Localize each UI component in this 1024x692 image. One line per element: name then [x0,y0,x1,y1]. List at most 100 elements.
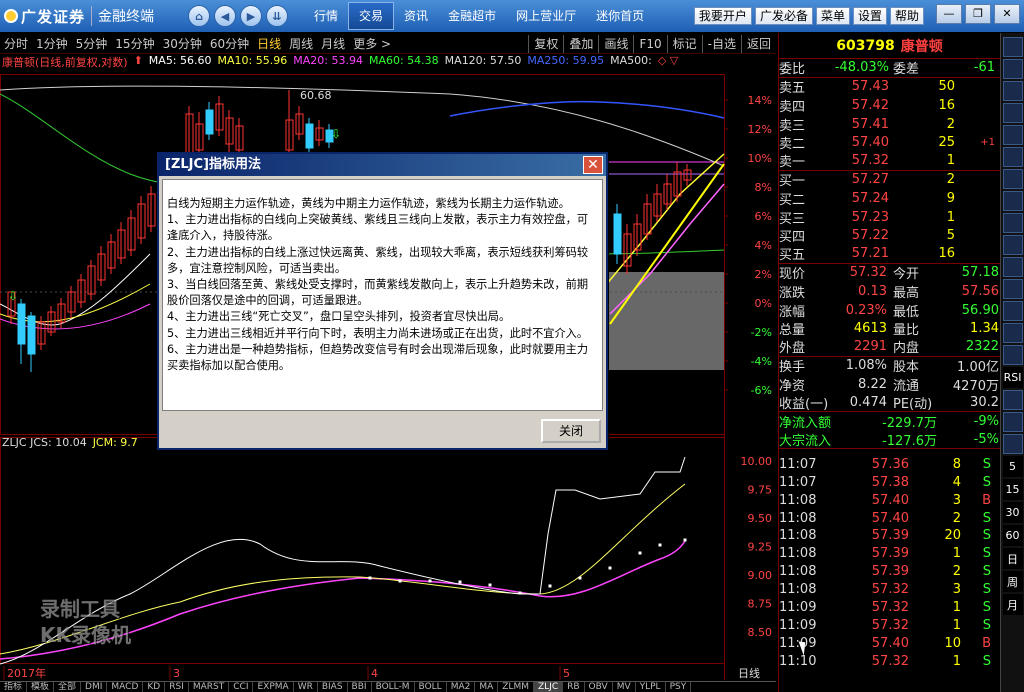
indicator-tab-10[interactable]: WR [294,682,318,692]
indicator-tab-13[interactable]: BOLL-M [372,682,415,692]
top-button-3[interactable]: 设置 [852,7,887,25]
icon-strip-label-0[interactable]: RSI [1002,367,1023,388]
x-axis-label: 2017年 [7,666,46,680]
icon-strip-label-6[interactable]: 周 [1002,571,1023,592]
f3-icon[interactable] [1002,323,1023,343]
compare-icon[interactable] [1002,191,1023,211]
close-icon[interactable]: ✕ [994,4,1020,24]
indicator-tab-22[interactable]: YLPL [636,682,666,692]
indicator-tab-7[interactable]: MARST [189,682,230,692]
tool-button-3[interactable]: F10 [633,34,666,53]
indicator-tab-17[interactable]: ZLMM [498,682,534,692]
indicator-tab-11[interactable]: BIAS [318,682,348,692]
period-tab-8[interactable]: 月线 [317,35,349,52]
period-tab-3[interactable]: 15分钟 [111,35,158,52]
indicator-tab-20[interactable]: OBV [585,682,613,692]
icon-strip-label-2[interactable]: 15 [1002,479,1023,500]
tick-volume: 2 [952,510,961,526]
tool-button-5[interactable]: -自选 [701,34,741,53]
top-button-2[interactable]: 菜单 [815,7,850,25]
period-tab-4[interactable]: 30分钟 [159,35,206,52]
tool-button-2[interactable]: 画线 [598,34,633,53]
indicator-tab-21[interactable]: MV [613,682,636,692]
top-button-4[interactable]: 帮助 [889,7,924,25]
dialog-close-icon[interactable]: ✕ [583,156,603,174]
pencil-icon[interactable] [1002,434,1023,454]
news-icon[interactable] [1002,125,1023,145]
restore-icon[interactable]: ❐ [965,4,991,24]
stat-value: 4270万 [952,378,999,394]
stat-value: 2322 [965,339,999,355]
indicator-tab-4[interactable]: MACD [107,682,144,692]
menu-item-1[interactable]: 交易 [348,2,395,30]
tool-button-1[interactable]: 叠加 [563,34,598,53]
f2-icon[interactable] [1002,301,1023,321]
indicator-tab-14[interactable]: BOLL [415,682,447,692]
tool-button-6[interactable]: 返回 [740,34,776,53]
indicator-tab-19[interactable]: RB [563,682,585,692]
lock-icon[interactable] [1002,390,1023,410]
indicator-tab-23[interactable]: PSY [666,682,692,692]
icon-strip-label-5[interactable]: 日 [1002,548,1023,569]
period-tab-0[interactable]: 分时 [0,35,32,52]
grid-icon[interactable] [1002,257,1023,277]
icon-strip-label-7[interactable]: 月 [1002,594,1023,615]
forward-icon[interactable]: ▶ [240,5,263,27]
period-tab-7[interactable]: 周线 [285,35,317,52]
indicator-tab-5[interactable]: KD [143,682,166,692]
buy-label: 买五 [779,248,806,264]
indicator-tab-6[interactable]: RSI [165,682,189,692]
period-tab-2[interactable]: 5分钟 [72,35,112,52]
menu-item-3[interactable]: 金融超市 [438,0,506,32]
period-tab-6[interactable]: 日线 [253,35,285,52]
tick-price: 57.32 [871,653,909,669]
indicator-tab-15[interactable]: MA2 [447,682,476,692]
period-tab-5[interactable]: 60分钟 [206,35,253,52]
indicator-tab-2[interactable]: 全部 [54,682,82,692]
info-icon[interactable] [1002,235,1023,255]
indicator-tab-16[interactable]: MA [475,682,499,692]
analysis-icon[interactable] [1002,147,1023,167]
tool-button-0[interactable]: 复权 [528,34,563,53]
tool-button-4[interactable]: 标记 [666,34,702,53]
stat-label: 换手 [779,360,806,376]
indicator-tab-8[interactable]: CCI [229,682,254,692]
dialog-paragraph: 2、主力进出指标的白线上涨过快远离黄、紫线，出现较大乖离，表示短线获利筹码较多，… [167,245,589,275]
top-button-0[interactable]: 我要开户 [693,7,752,25]
ma20-value: MA20: 53.94 [293,54,363,67]
home-icon[interactable]: ⌂ [188,5,211,27]
menu-item-5[interactable]: 迷你首页 [586,0,654,32]
f1-icon[interactable] [1002,279,1023,299]
period-tab-9[interactable]: 更多 > [349,35,395,52]
indicator-tab-0[interactable]: 指标 [0,682,28,692]
icon-strip-label-3[interactable]: 30 [1002,502,1023,523]
indicator-tab-9[interactable]: EXPMA [253,682,294,692]
indicator-tab-1[interactable]: 模板 [27,682,55,692]
trend-icon[interactable] [1002,169,1023,189]
indicator-icon[interactable] [1002,81,1023,101]
period-tab-1[interactable]: 1分钟 [32,35,72,52]
indicator-tab-18[interactable]: ZLJC [533,682,564,692]
menu-item-0[interactable]: 行情 [304,0,348,32]
back-icon[interactable]: ◀ [214,5,237,27]
icon-strip-label-4[interactable]: 60 [1002,525,1023,546]
legend-toggle-icon[interactable]: ◇ ▽ [658,54,678,70]
marker-icon[interactable] [1002,412,1023,432]
top-button-1[interactable]: 广发必备 [754,7,813,25]
sell-row: 卖四 57.42 16 [779,96,1000,115]
indicator-tab-12[interactable]: BBI [348,682,372,692]
minimize-icon[interactable]: — [936,4,962,24]
dialog-close-button[interactable]: 关闭 [541,419,601,443]
expand-icon[interactable]: ⇊ [266,5,289,27]
f10-icon[interactable] [1002,213,1023,233]
indicator-axis-label: 9.50 [748,512,773,525]
dialog-title-bar[interactable]: [ZLJC]指标用法 ✕ [159,154,606,176]
indicator-tab-3[interactable]: DMI [81,682,108,692]
menu-item-2[interactable]: 资讯 [394,0,438,32]
chart-icon[interactable] [1002,59,1023,79]
stock-list-icon[interactable] [1002,37,1023,57]
menu-item-4[interactable]: 网上营业厅 [506,0,586,32]
icon-strip-label-1[interactable]: 5 [1002,456,1023,477]
f4-icon[interactable] [1002,345,1023,365]
favorite-icon[interactable] [1002,103,1023,123]
